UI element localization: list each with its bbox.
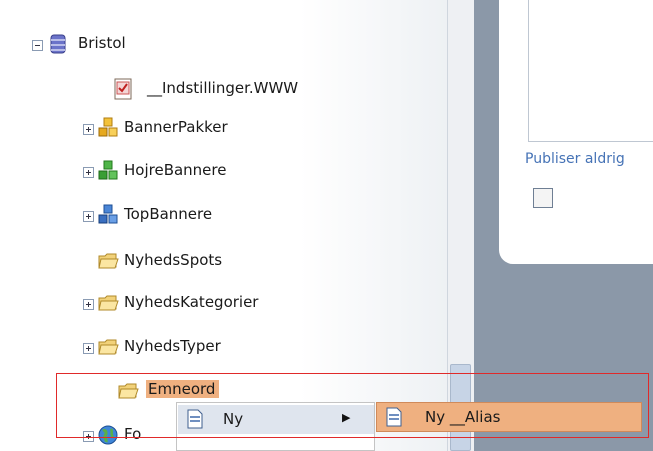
- green-cubes-icon: [98, 160, 118, 180]
- tree-item-nyhedskategorier[interactable]: NyhedsKategorier: [0, 292, 440, 316]
- tree-item-label: Bristol: [78, 34, 126, 52]
- folder-icon: [98, 295, 119, 311]
- expand-toggle[interactable]: [83, 124, 94, 135]
- expand-toggle[interactable]: [83, 167, 94, 178]
- document-icon: [187, 409, 203, 429]
- menu-item-ny-alias[interactable]: Ny __Alias: [377, 403, 641, 431]
- tree-item-hojrebannere[interactable]: HojreBannere: [0, 160, 440, 184]
- text-area[interactable]: [528, 0, 653, 142]
- tree-item-label: NyhedsKategorier: [124, 293, 259, 311]
- tree-item-nyhedsspots[interactable]: NyhedsSpots: [0, 250, 440, 274]
- folder-icon: [98, 253, 119, 269]
- tree-item-label: HojreBannere: [124, 161, 227, 179]
- properties-panel: Publiser aldrig: [499, 0, 653, 264]
- menu-item-ny[interactable]: Ny ▶: [178, 405, 374, 434]
- context-menu: Ny ▶: [176, 402, 375, 451]
- tree-item-label: Emneord: [146, 380, 220, 398]
- tree-scrollbar[interactable]: [447, 0, 474, 451]
- folder-icon: [118, 383, 139, 399]
- tree-item-topbannere[interactable]: TopBannere: [0, 204, 440, 228]
- tree-item-bristol[interactable]: Bristol: [0, 33, 440, 57]
- folder-icon: [98, 339, 119, 355]
- tree-item-label: Fo: [124, 425, 142, 443]
- menu-item-label: Ny __Alias: [425, 408, 501, 426]
- settings-document-icon: [114, 78, 132, 100]
- document-icon: [386, 407, 402, 427]
- globe-icon: [98, 425, 118, 445]
- yellow-cubes-icon: [98, 117, 118, 137]
- tree-item-emneord[interactable]: Emneord: [0, 380, 440, 404]
- database-icon: [50, 34, 66, 54]
- submenu-arrow-icon: ▶: [342, 411, 351, 424]
- tree-item-label: NyhedsSpots: [124, 251, 223, 269]
- tree-item-label: __Indstillinger.WWW: [147, 79, 299, 97]
- tree-view: Bristol __Indstillinger.WWW BannerPakker…: [0, 0, 447, 451]
- expand-toggle[interactable]: [83, 343, 94, 354]
- menu-item-label: Ny: [223, 410, 244, 428]
- tree-item-indstillinger[interactable]: __Indstillinger.WWW: [0, 78, 440, 102]
- expand-toggle[interactable]: [83, 431, 94, 442]
- submenu: Ny __Alias: [376, 402, 642, 432]
- tree-item-label: TopBannere: [124, 205, 213, 223]
- expand-toggle[interactable]: [83, 211, 94, 222]
- publish-never-checkbox[interactable]: [533, 188, 553, 208]
- expand-toggle[interactable]: [83, 299, 94, 310]
- tree-item-nyhedstyper[interactable]: NyhedsTyper: [0, 336, 440, 360]
- publish-never-label: Publiser aldrig: [525, 151, 625, 167]
- tree-item-label: BannerPakker: [124, 118, 228, 136]
- blue-cubes-icon: [98, 204, 118, 224]
- tree-item-label: NyhedsTyper: [124, 337, 221, 355]
- tree-item-bannerpakker[interactable]: BannerPakker: [0, 117, 440, 141]
- collapse-toggle[interactable]: [32, 40, 43, 51]
